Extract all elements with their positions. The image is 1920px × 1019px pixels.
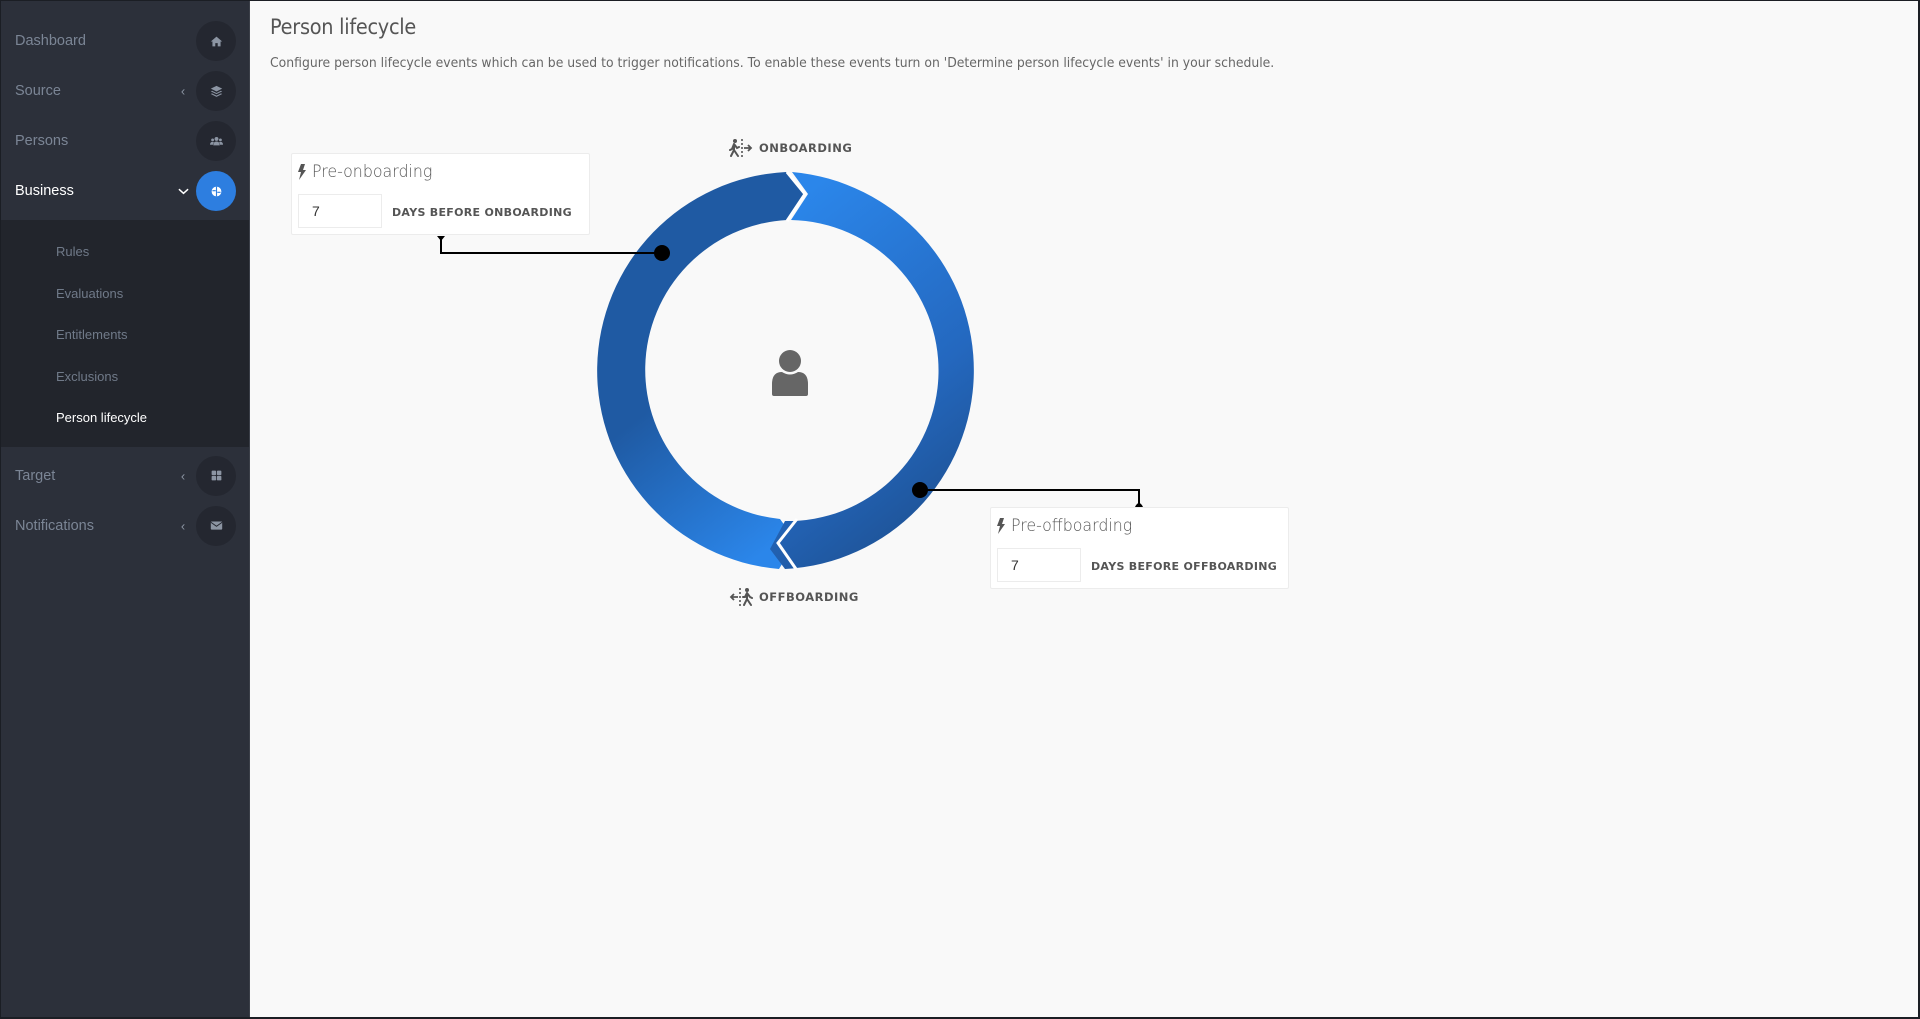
submenu-item-rules[interactable]: Rules <box>1 231 249 273</box>
pre-offboarding-dot[interactable] <box>912 482 928 498</box>
onboarding-arrow-marker <box>785 171 807 222</box>
sidebar-item-label: Source <box>15 83 61 99</box>
sidebar-item-notifications[interactable]: Notifications ‹ <box>1 501 249 551</box>
sidebar-item-label: Business <box>15 183 74 199</box>
sidebar-item-label: Dashboard <box>15 33 86 49</box>
offboarding-phase-label: OFFBOARDING <box>729 587 859 607</box>
sidebar-item-dashboard[interactable]: Dashboard <box>1 16 249 66</box>
sidebar-item-target[interactable]: Target ‹ <box>1 451 249 501</box>
pre-offboarding-card: Pre-offboarding DAYS BEFORE OFFBOARDING <box>990 507 1289 589</box>
pre-onboarding-unit-label: DAYS BEFORE ONBOARDING <box>392 206 572 219</box>
offboarding-arrow-marker <box>776 518 799 570</box>
pre-onboarding-title-text: Pre-onboarding <box>312 162 433 182</box>
sidebar-item-label: Persons <box>15 133 69 149</box>
sidebar-item-label: Target <box>15 467 56 484</box>
sidebar-item-business[interactable]: Business <box>1 166 249 216</box>
pre-offboarding-connector <box>920 489 1140 505</box>
offboarding-label: OFFBOARDING <box>759 590 859 604</box>
chevron-down-icon <box>177 184 189 199</box>
pre-offboarding-title-text: Pre-offboarding <box>1011 516 1133 536</box>
submenu-item-person-lifecycle[interactable]: Person lifecycle <box>1 397 249 439</box>
page-description: Configure person lifecycle events which … <box>270 55 1275 71</box>
submenu-item-entitlements[interactable]: Entitlements <box>1 314 249 356</box>
users-icon <box>196 121 236 161</box>
page-title: Person lifecycle <box>270 15 417 39</box>
chevron-left-icon: ‹ <box>180 83 186 99</box>
onboarding-icon <box>729 139 753 157</box>
pre-onboarding-connector <box>440 237 662 254</box>
home-icon <box>196 21 236 61</box>
chevron-left-icon: ‹ <box>180 518 186 533</box>
ring-segment-left <box>597 172 805 569</box>
sidebar-item-label: Notifications <box>15 517 94 534</box>
pre-offboarding-title: Pre-offboarding <box>996 516 1141 536</box>
pre-offboarding-unit-label: DAYS BEFORE OFFBOARDING <box>1091 560 1278 573</box>
chevron-left-icon: ‹ <box>180 468 186 483</box>
layers-icon <box>196 71 236 111</box>
submenu-item-exclusions[interactable]: Exclusions <box>1 356 249 398</box>
pre-onboarding-card: Pre-onboarding DAYS BEFORE ONBOARDING <box>291 153 590 235</box>
bolt-icon <box>997 518 1005 534</box>
business-submenu: Rules Evaluations Entitlements Exclusion… <box>1 220 249 447</box>
pre-offboarding-days-input[interactable] <box>997 548 1081 582</box>
sidebar-item-source[interactable]: Source ‹ <box>1 66 249 116</box>
envelope-icon <box>196 505 236 546</box>
offboarding-icon <box>729 588 753 606</box>
grid-icon <box>196 455 236 496</box>
sidebar-item-persons[interactable]: Persons <box>1 116 249 166</box>
ring-segment-right <box>770 172 974 569</box>
person-icon <box>772 350 808 396</box>
pre-onboarding-anchor <box>437 236 445 241</box>
onboarding-label: ONBOARDING <box>759 141 853 155</box>
brain-icon <box>196 171 236 211</box>
onboarding-phase-label: ONBOARDING <box>729 138 852 158</box>
bolt-icon <box>298 164 306 180</box>
pre-onboarding-title: Pre-onboarding <box>297 162 441 182</box>
sidebar: Dashboard Source ‹ Persons Business Rule… <box>1 1 250 1017</box>
app-frame: Dashboard Source ‹ Persons Business Rule… <box>1 1 1918 1017</box>
submenu-item-evaluations[interactable]: Evaluations <box>1 273 249 315</box>
main-content: Person lifecycle Configure person lifecy… <box>251 1 1918 1017</box>
pre-onboarding-days-input[interactable] <box>298 194 382 228</box>
pre-onboarding-dot[interactable] <box>654 245 670 261</box>
